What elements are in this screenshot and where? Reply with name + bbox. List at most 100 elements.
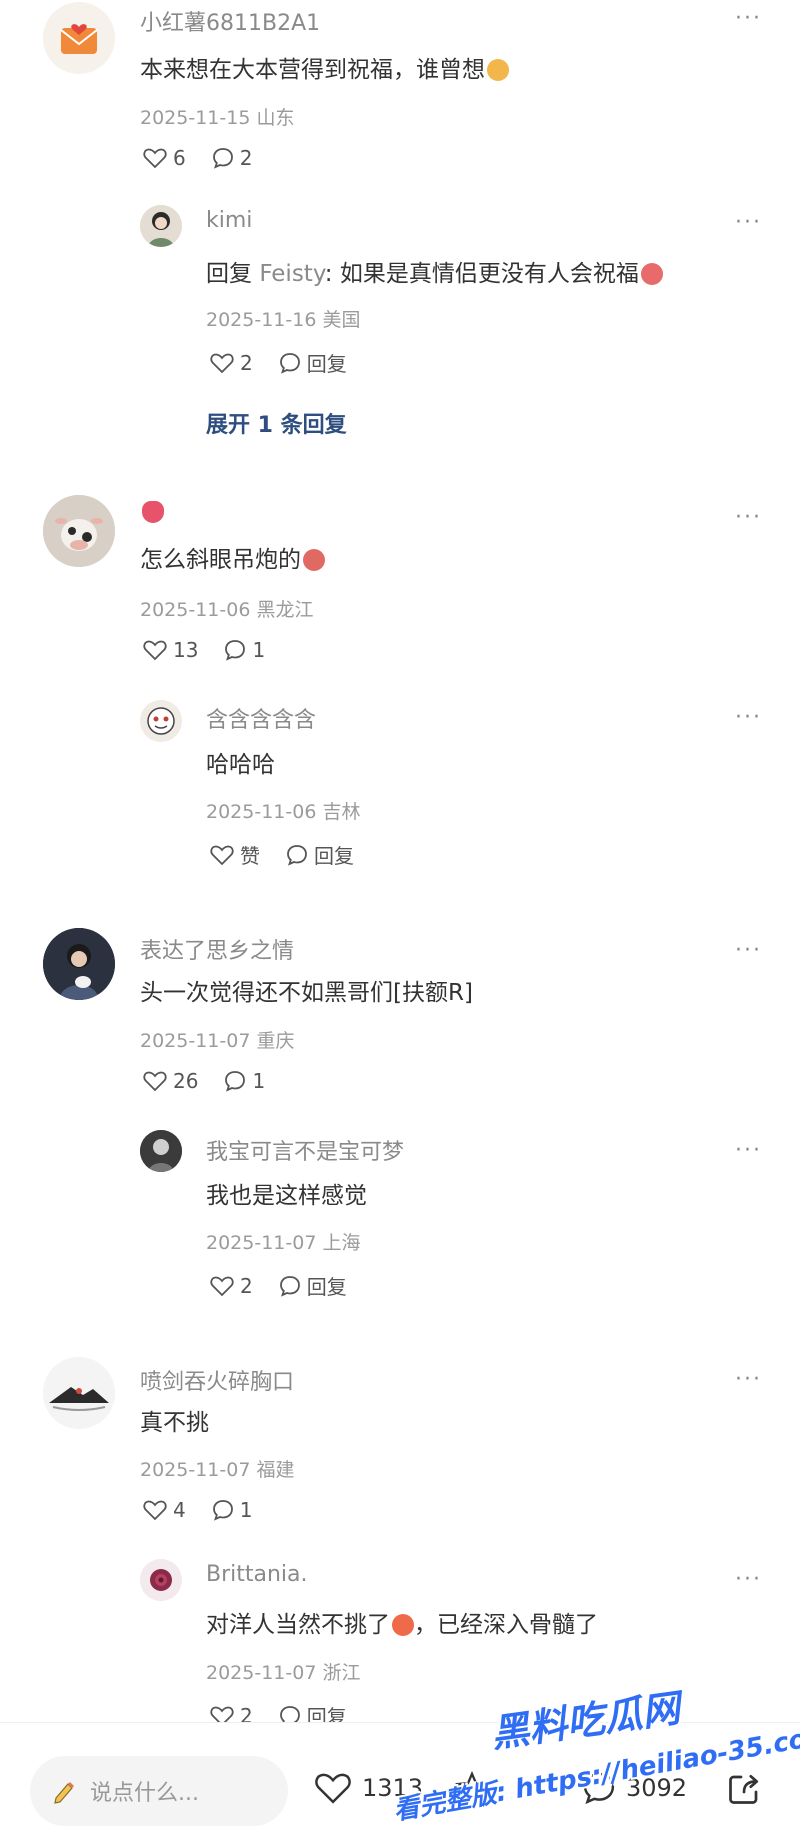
reply-button[interactable]: 1 [212, 1498, 253, 1522]
username[interactable]: 小红薯6811B2A1 [140, 5, 320, 37]
reply-body: 我也是这样感觉 [206, 1183, 367, 1209]
share-icon [729, 1774, 759, 1804]
like-count: 2 [240, 1703, 253, 1723]
comment-bubble-icon [212, 1500, 233, 1521]
comment-bubble-icon [279, 1705, 300, 1722]
strawberry-icon [142, 501, 164, 523]
cartoon-face-icon [140, 700, 182, 742]
comment-meta: 2025-11-06 黑龙江 [140, 599, 314, 621]
more-options-button[interactable]: ··· [735, 1369, 762, 1391]
avatar[interactable] [140, 1130, 182, 1172]
like-button[interactable]: 4 [143, 1498, 186, 1522]
reply-actions: 赞 回复 [210, 840, 354, 869]
reply-button[interactable]: 2 [212, 146, 252, 170]
cow-plush-icon [43, 495, 115, 567]
comment-placeholder: 说点什么... [90, 1781, 199, 1806]
comment-actions: 26 1 [143, 1069, 265, 1093]
more-options-button[interactable]: ··· [735, 940, 762, 962]
like-button[interactable]: 赞 [210, 840, 260, 869]
username[interactable]: 含含含含含 [206, 702, 316, 734]
like-count: 26 [173, 1069, 199, 1093]
more-options-button[interactable]: ··· [735, 1569, 762, 1591]
reply-label: 回复 [306, 1275, 347, 1299]
dark-figure-icon [140, 1130, 182, 1172]
comment-body: 本来想在大本营得到祝福，谁曾想 [140, 57, 485, 83]
emoji-icon [640, 263, 663, 285]
reply-meta: 2025-11-07 浙江 [206, 1662, 361, 1684]
avatar[interactable] [140, 700, 182, 742]
emoji-icon [487, 59, 509, 81]
avatar[interactable] [43, 928, 115, 1000]
reply-label: 回复 [306, 352, 347, 376]
emoji-icon [392, 1614, 414, 1636]
like-count: 13 [173, 638, 199, 662]
reply-body: 对洋人当然不挑了 [206, 1612, 390, 1638]
more-options-button[interactable]: ··· [735, 212, 762, 234]
reply-button[interactable]: 回复 [279, 348, 347, 377]
comment-actions: 13 1 [143, 638, 265, 662]
reply-body: 哈哈哈 [206, 752, 275, 778]
like-button[interactable]: 2 [210, 1274, 253, 1298]
reply-button[interactable]: 回复 [279, 1701, 347, 1722]
like-button[interactable]: 13 [143, 638, 198, 662]
envelope-heart-icon [60, 24, 98, 54]
reply-button[interactable]: 回复 [279, 1271, 347, 1300]
more-options-button[interactable]: ··· [735, 507, 762, 529]
expand-replies-link[interactable]: 展开 1 条回复 [206, 407, 347, 439]
heart-icon [143, 640, 167, 661]
more-options-button[interactable]: ··· [735, 1140, 762, 1162]
avatar[interactable] [140, 1559, 182, 1601]
person-anime-icon [140, 205, 182, 247]
emoji-icon [303, 549, 325, 571]
reply-count: 1 [239, 1498, 253, 1522]
reply-meta: 2025-11-06 吉林 [206, 801, 361, 823]
reply-actions: 2 回复 [210, 1271, 347, 1300]
reply-button[interactable]: 1 [224, 638, 265, 662]
reply-button[interactable]: 1 [224, 1069, 265, 1093]
like-post-button[interactable]: 1313 [314, 1771, 423, 1805]
reply-label: 回复 [314, 844, 354, 868]
reply-text: 哈哈哈 [206, 745, 275, 779]
reply-button[interactable]: 回复 [286, 840, 354, 869]
comment-body: 头一次觉得还不如黑哥们[扶额R] [140, 980, 473, 1006]
username[interactable] [140, 500, 164, 525]
username[interactable]: Brittania. [206, 1562, 308, 1587]
like-button[interactable]: 6 [143, 146, 186, 170]
like-count: 2 [240, 350, 253, 375]
reply-text: 对洋人当然不挑了 ，已经深入骨髓了 [206, 1605, 598, 1639]
like-button[interactable]: 26 [143, 1069, 198, 1093]
reply-target-user[interactable]: Feisty [259, 261, 324, 287]
more-options-button[interactable]: ··· [735, 8, 762, 30]
avatar[interactable] [43, 1357, 115, 1429]
more-options-button[interactable]: ··· [735, 707, 762, 729]
reply-prefix: 回复 [206, 261, 252, 287]
comment-text: 真不挑 [140, 1403, 209, 1437]
rose-icon [140, 1559, 182, 1601]
comment-input[interactable]: 说点什么... [30, 1756, 288, 1826]
comment-actions: 4 1 [143, 1498, 252, 1522]
reply-text: 回复 Feisty: 如果是真情侣更没有人会祝福 [206, 254, 663, 288]
like-button[interactable]: 2 [210, 1703, 253, 1723]
comment-bubble-icon [279, 352, 300, 374]
username[interactable]: 表达了思乡之情 [140, 933, 294, 965]
avatar[interactable] [43, 495, 115, 567]
post-like-count: 1313 [362, 1774, 424, 1802]
comment-text: 头一次觉得还不如黑哥们[扶额R] [140, 973, 473, 1007]
comment-text: 本来想在大本营得到祝福，谁曾想 [140, 50, 509, 84]
avatar[interactable] [43, 2, 115, 74]
like-button[interactable]: 2 [210, 351, 253, 375]
comment-meta: 2025-11-15 山东 [140, 107, 295, 129]
reply-body-continued: ，已经深入骨髓了 [414, 1612, 598, 1638]
reply-meta: 2025-11-16 美国 [206, 309, 361, 331]
username[interactable]: 我宝可言不是宝可梦 [206, 1134, 404, 1166]
like-count: 2 [240, 1273, 253, 1298]
star-icon [455, 1771, 489, 1804]
comments-button[interactable]: 3092 [582, 1771, 687, 1805]
collect-button[interactable] [455, 1771, 489, 1805]
username[interactable]: 喷剑吞火碎胸口 [140, 1364, 294, 1396]
share-button[interactable] [726, 1771, 762, 1807]
username[interactable]: kimi [206, 208, 252, 233]
avatar[interactable] [140, 205, 182, 247]
pen-icon [54, 1782, 74, 1804]
person-photo-icon [43, 928, 115, 1000]
